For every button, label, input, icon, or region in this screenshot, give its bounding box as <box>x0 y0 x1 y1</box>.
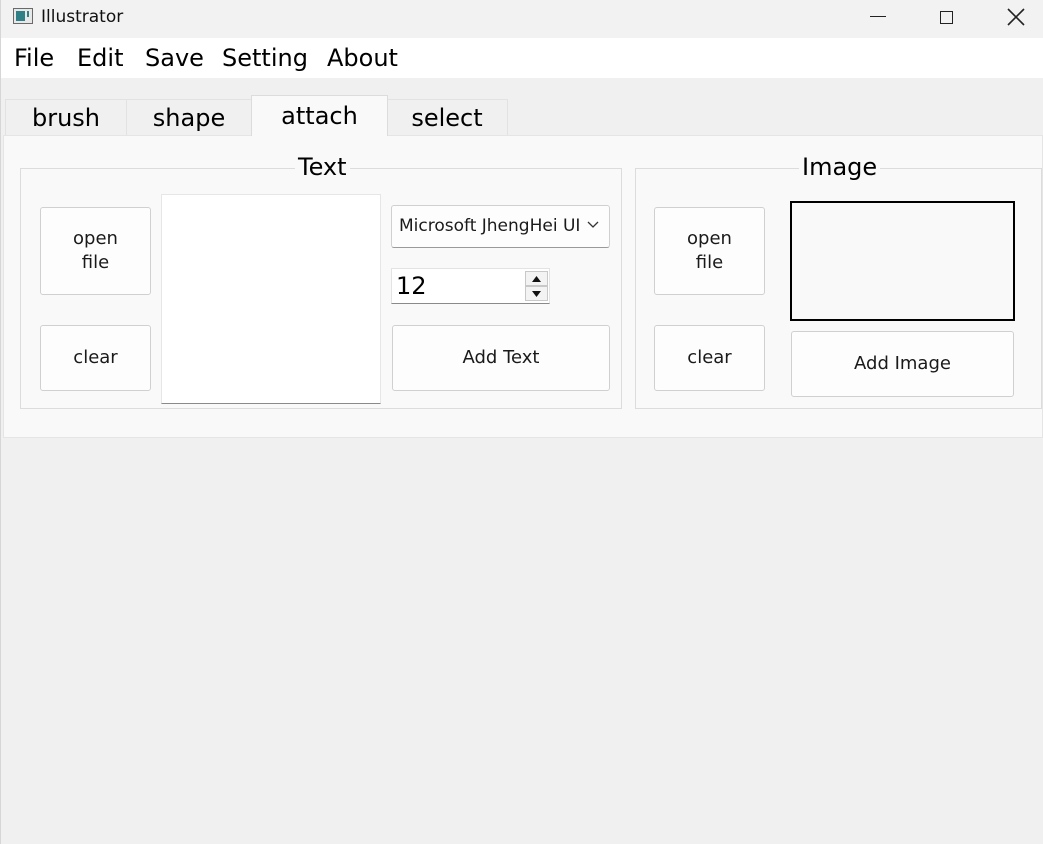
tab-select[interactable]: select <box>386 99 508 135</box>
font-family-select[interactable]: Microsoft JhengHei UI <box>391 205 610 248</box>
minimize-icon <box>870 15 886 17</box>
image-clear-button[interactable]: clear <box>654 325 765 391</box>
triangle-up-icon <box>532 275 541 282</box>
close-icon <box>1007 8 1025 26</box>
close-button[interactable] <box>981 0 1043 34</box>
font-size-value: 12 <box>396 272 427 300</box>
add-text-button[interactable]: Add Text <box>392 325 610 391</box>
text-open-file-button[interactable]: open file <box>40 207 151 295</box>
chevron-down-icon <box>587 221 599 228</box>
tab-shape[interactable]: shape <box>126 99 252 135</box>
tab-attach[interactable]: attach <box>251 95 388 136</box>
menu-setting[interactable]: Setting <box>222 44 308 72</box>
image-preview <box>790 201 1015 321</box>
menu-bar: File Edit Save Setting About <box>1 38 1043 78</box>
spin-down-button[interactable] <box>525 286 548 301</box>
font-family-value: Microsoft JhengHei UI <box>399 216 581 236</box>
text-clear-button[interactable]: clear <box>40 325 151 391</box>
tab-brush[interactable]: brush <box>5 99 127 135</box>
spin-up-button[interactable] <box>525 271 548 286</box>
window-title: Illustrator <box>41 7 124 27</box>
app-icon <box>13 8 33 24</box>
text-input-area[interactable] <box>161 194 381 404</box>
maximize-icon <box>939 10 953 24</box>
triangle-down-icon <box>532 290 541 297</box>
add-image-button[interactable]: Add Image <box>791 331 1014 397</box>
maximize-button[interactable] <box>911 0 981 34</box>
menu-file[interactable]: File <box>14 44 54 72</box>
image-open-file-button[interactable]: open file <box>654 207 765 295</box>
menu-save[interactable]: Save <box>145 44 204 72</box>
title-bar[interactable]: Illustrator <box>1 0 1043 38</box>
app-window: Illustrator File Edit Save Setting About… <box>0 0 1043 844</box>
menu-about[interactable]: About <box>327 44 398 72</box>
image-group-title: Image <box>799 153 881 181</box>
minimize-button[interactable] <box>843 0 913 34</box>
menu-edit[interactable]: Edit <box>77 44 123 72</box>
text-group-title: Text <box>295 153 350 181</box>
font-size-spinbox[interactable]: 12 <box>391 268 550 304</box>
